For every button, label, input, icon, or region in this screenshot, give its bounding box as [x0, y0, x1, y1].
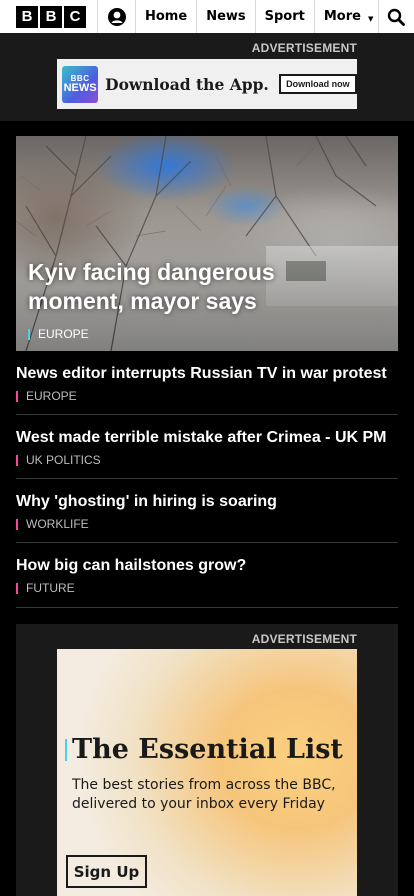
- nav-home-link[interactable]: Home: [136, 0, 198, 33]
- tag-bar: [16, 582, 18, 594]
- nav-sport-link[interactable]: Sport: [256, 0, 315, 33]
- top-ad-section: ADVERTISEMENT BBC NEWS Download the App.…: [0, 33, 414, 121]
- hero-image-overlay: [16, 136, 398, 351]
- story-tag-label: WORKLIFE: [26, 517, 89, 531]
- account-button[interactable]: [98, 0, 136, 33]
- hero-headline[interactable]: Kyiv facing dangerous moment, mayor says: [28, 258, 328, 316]
- nav-news-link[interactable]: News: [197, 0, 256, 33]
- newsletter-ad-section: ADVERTISEMENT The Essential List The bes…: [16, 624, 398, 896]
- search-icon: [388, 8, 406, 26]
- account-icon: [107, 7, 126, 26]
- nav-more-menu[interactable]: More ▼: [315, 0, 379, 33]
- download-now-button[interactable]: Download now: [278, 74, 357, 94]
- essential-list-ad[interactable]: The Essential List The best stories from…: [57, 649, 357, 896]
- ad-label: ADVERTISEMENT: [251, 632, 357, 646]
- bbc-logo[interactable]: B B C: [0, 0, 98, 33]
- story-item[interactable]: News editor interrupts Russian TV in war…: [16, 364, 398, 415]
- newsletter-title: The Essential List: [72, 734, 343, 765]
- title-accent-bar: [65, 739, 67, 761]
- tag-bar: [28, 328, 30, 340]
- caret-down-icon: ▼: [367, 14, 374, 23]
- sign-up-button[interactable]: Sign Up: [66, 855, 147, 888]
- top-nav: B B C Home News Sport More ▼: [0, 0, 414, 33]
- story-tag-label: FUTURE: [26, 581, 75, 595]
- search-button[interactable]: [379, 0, 414, 33]
- hero-section-tag[interactable]: EUROPE: [28, 327, 89, 341]
- story-headline[interactable]: Why 'ghosting' in hiring is soaring: [16, 492, 398, 512]
- story-item[interactable]: West made terrible mistake after Crimea …: [16, 428, 398, 479]
- hero-tag-label: EUROPE: [38, 327, 89, 341]
- hero-story[interactable]: Kyiv facing dangerous moment, mayor says…: [16, 136, 398, 351]
- app-ad-text: Download the App.: [105, 74, 269, 94]
- story-section-tag[interactable]: FUTURE: [16, 581, 398, 595]
- logo-letter-b2: B: [40, 5, 62, 28]
- bbc-news-app-logo: BBC NEWS: [62, 65, 99, 103]
- story-item[interactable]: How big can hailstones grow? FUTURE: [16, 556, 398, 608]
- story-item[interactable]: Why 'ghosting' in hiring is soaring WORK…: [16, 492, 398, 543]
- newsletter-description: The best stories from across the BBC, de…: [72, 777, 336, 812]
- story-headline[interactable]: West made terrible mistake after Crimea …: [16, 428, 398, 448]
- nav-more-label: More: [323, 9, 361, 24]
- story-headline[interactable]: News editor interrupts Russian TV in war…: [16, 364, 398, 384]
- story-tag-label: EUROPE: [26, 389, 77, 403]
- tag-bar: [16, 454, 18, 466]
- story-headline[interactable]: How big can hailstones grow?: [16, 556, 398, 576]
- app-logo-line2: NEWS: [63, 81, 97, 94]
- logo-letter-c: C: [64, 5, 86, 28]
- tag-bar: [16, 518, 18, 530]
- ad-label: ADVERTISEMENT: [251, 41, 357, 55]
- tag-bar: [16, 390, 18, 402]
- logo-letter-b1: B: [16, 5, 38, 28]
- story-section-tag[interactable]: UK POLITICS: [16, 453, 398, 467]
- app-download-ad[interactable]: BBC NEWS Download the App. Download now: [57, 59, 357, 109]
- story-section-tag[interactable]: WORKLIFE: [16, 517, 398, 531]
- story-tag-label: UK POLITICS: [26, 453, 101, 467]
- story-section-tag[interactable]: EUROPE: [16, 389, 398, 403]
